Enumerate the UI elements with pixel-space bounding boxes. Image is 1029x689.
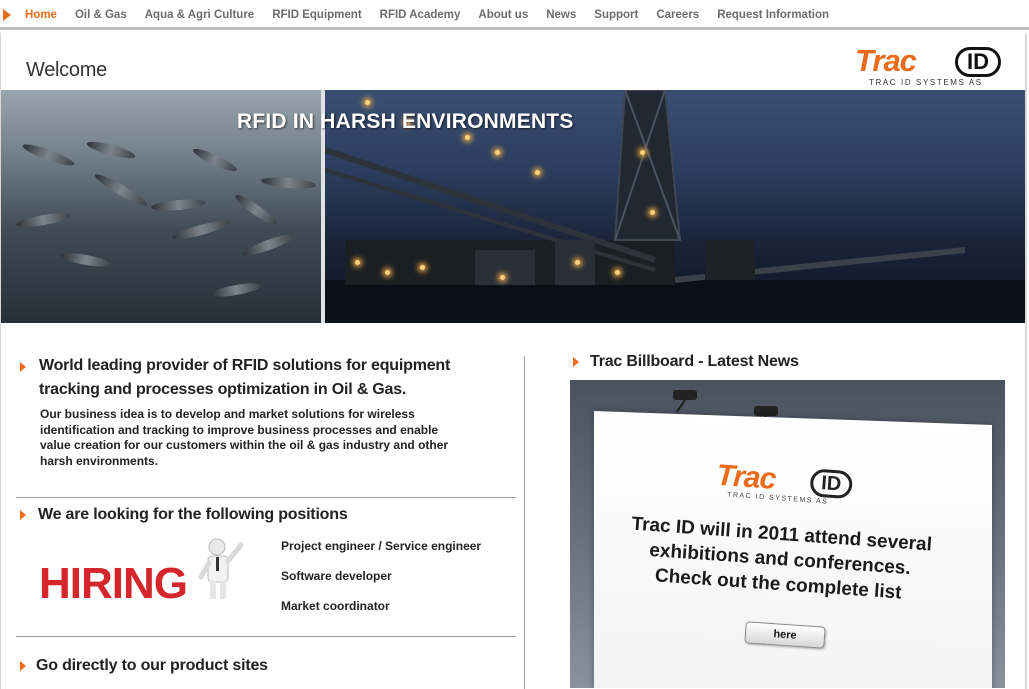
position-item[interactable]: Project engineer / Service engineer [281,539,481,553]
intro-body: Our business idea is to develop and mark… [40,407,449,468]
hiring-word: HIRING [39,559,188,608]
nav-item-rfid-equipment[interactable]: RFID Equipment [272,9,361,21]
logo-subtitle: TRAC ID SYSTEMS AS [869,78,983,87]
nav-item-rfid-academy[interactable]: RFID Academy [380,9,461,21]
intro-title-line1: World leading provider of RFID solutions… [39,357,451,374]
tracid-logo[interactable]: Trac ID TRAC ID SYSTEMS AS [855,43,1005,91]
nav-item-oil-gas[interactable]: Oil & Gas [75,9,127,21]
arrow-icon [20,510,26,520]
top-navigation: Home Oil & Gas Aqua & Agri Culture RFID … [0,0,1029,30]
arrow-icon [573,357,579,367]
nav-item-home[interactable]: Home [25,9,57,21]
nav-item-support[interactable]: Support [594,9,638,21]
hero-banner: RFID IN HARSH ENVIRONMENTS [1,90,1025,323]
nav-item-aqua-agri[interactable]: Aqua & Agri Culture [145,9,254,21]
banner-headline: RFID IN HARSH ENVIRONMENTS [237,110,574,133]
news-billboard: Trac ID TRAC ID SYSTEMS AS Trac ID will … [570,380,1005,688]
billboard-title: Trac Billboard - Latest News [590,353,799,370]
page-title: Welcome [26,59,107,81]
nav-item-about-us[interactable]: About us [478,9,528,21]
nav-item-request-information[interactable]: Request Information [717,9,829,21]
column-divider [524,356,525,689]
position-item[interactable]: Market coordinator [281,599,390,613]
divider [16,636,516,637]
billboard-logo-id: ID [809,468,854,500]
divider [16,497,516,498]
products-title[interactable]: Go directly to our product sites [36,657,268,675]
logo-id-text: ID [955,47,1001,77]
nav-item-news[interactable]: News [546,9,576,21]
nav-item-careers[interactable]: Careers [656,9,699,21]
arrow-icon [20,661,26,671]
businessman-icon [198,538,244,599]
nav-arrow-icon [3,9,11,21]
billboard-logo-sub: TRAC ID SYSTEMS AS [726,491,829,506]
position-item[interactable]: Software developer [281,569,392,583]
logo-trac-text: Trac [855,43,917,78]
billboard-logo-trac: Trac [715,458,777,496]
hiring-graphic[interactable]: HIRING [27,533,267,623]
arrow-icon [20,362,26,372]
intro-title-line2: tracking and processes optimization in O… [39,381,407,398]
positions-title: We are looking for the following positio… [38,506,348,523]
nav-menu: Home Oil & Gas Aqua & Agri Culture RFID … [25,0,847,30]
